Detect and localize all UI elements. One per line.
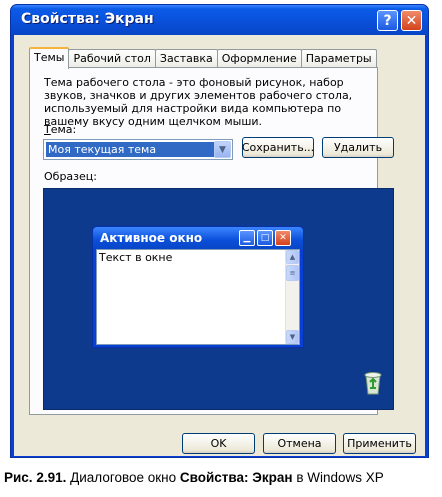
preview-window-text: Текст в окне — [99, 251, 173, 264]
preview-scrollbar: ▲ ≡ ▼ — [285, 250, 299, 344]
caption-text-1: Диалоговое окно — [66, 470, 180, 485]
save-theme-button[interactable]: Сохранить... — [242, 137, 314, 158]
ok-button[interactable]: OK — [182, 433, 255, 454]
figure-caption: Рис. 2.91. Диалоговое окно Свойства: Экр… — [4, 470, 442, 485]
scroll-up-icon: ▲ — [286, 250, 299, 264]
preview-active-window: Активное окно ▁ □ ✕ Текст в окне ▲ ≡ ▼ — [92, 226, 304, 348]
scroll-down-icon: ▼ — [286, 330, 299, 344]
theme-select[interactable]: Моя текущая тема ▼ — [43, 139, 233, 160]
recycle-bin-icon — [364, 372, 382, 395]
themes-panel: Тема рабочего стола - это фоновый рисуно… — [29, 67, 394, 415]
caption-dialog-name: Свойства: Экран — [179, 470, 293, 485]
close-icon: ✕ — [405, 12, 418, 29]
preview-window-body: Текст в окне ▲ ≡ ▼ — [96, 249, 300, 345]
tab-settings[interactable]: Параметры — [300, 49, 377, 68]
tab-strip: Темы Рабочий стол Заставка Оформление Па… — [29, 47, 377, 69]
theme-label-accelerator: Т — [44, 123, 51, 136]
caption-text-2: в Windows XP — [292, 470, 384, 485]
help-button[interactable]: ? — [377, 10, 398, 31]
apply-button[interactable]: Применить — [343, 433, 416, 454]
display-properties-window: Свойства: Экран ? ✕ Темы Рабочий стол За… — [10, 4, 429, 458]
theme-preview: Активное окно ▁ □ ✕ Текст в окне ▲ ≡ ▼ — [43, 188, 394, 410]
scroll-thumb: ≡ — [286, 265, 299, 281]
preview-title-bar: Активное окно ▁ □ ✕ — [93, 227, 303, 249]
title-bar[interactable]: Свойства: Экран ? ✕ — [11, 5, 428, 35]
caption-figure-number: Рис. 2.91. — [4, 470, 67, 485]
chevron-down-icon[interactable]: ▼ — [214, 141, 231, 158]
cancel-button[interactable]: Отмена — [263, 433, 336, 454]
preview-window-title: Активное окно — [100, 231, 203, 245]
help-icon: ? — [383, 12, 392, 29]
tab-screensaver[interactable]: Заставка — [154, 49, 218, 68]
tab-themes[interactable]: Темы — [29, 47, 70, 69]
sample-label: Образец: — [44, 170, 97, 183]
maximize-icon: □ — [257, 230, 273, 246]
close-icon: ✕ — [275, 230, 291, 246]
dialog-client-area: Темы Рабочий стол Заставка Оформление Па… — [14, 35, 425, 456]
window-title: Свойства: Экран — [21, 11, 154, 27]
delete-theme-button[interactable]: Удалить — [322, 137, 394, 158]
theme-label: Тема: — [44, 123, 76, 136]
theme-label-text: ема: — [50, 123, 77, 136]
minimize-icon: ▁ — [239, 230, 255, 246]
close-button[interactable]: ✕ — [401, 10, 422, 31]
themes-description: Тема рабочего стола - это фоновый рисуно… — [44, 76, 353, 128]
theme-select-value: Моя текущая тема — [46, 142, 215, 157]
tab-desktop[interactable]: Рабочий стол — [68, 49, 156, 68]
tab-appearance[interactable]: Оформление — [216, 49, 302, 68]
